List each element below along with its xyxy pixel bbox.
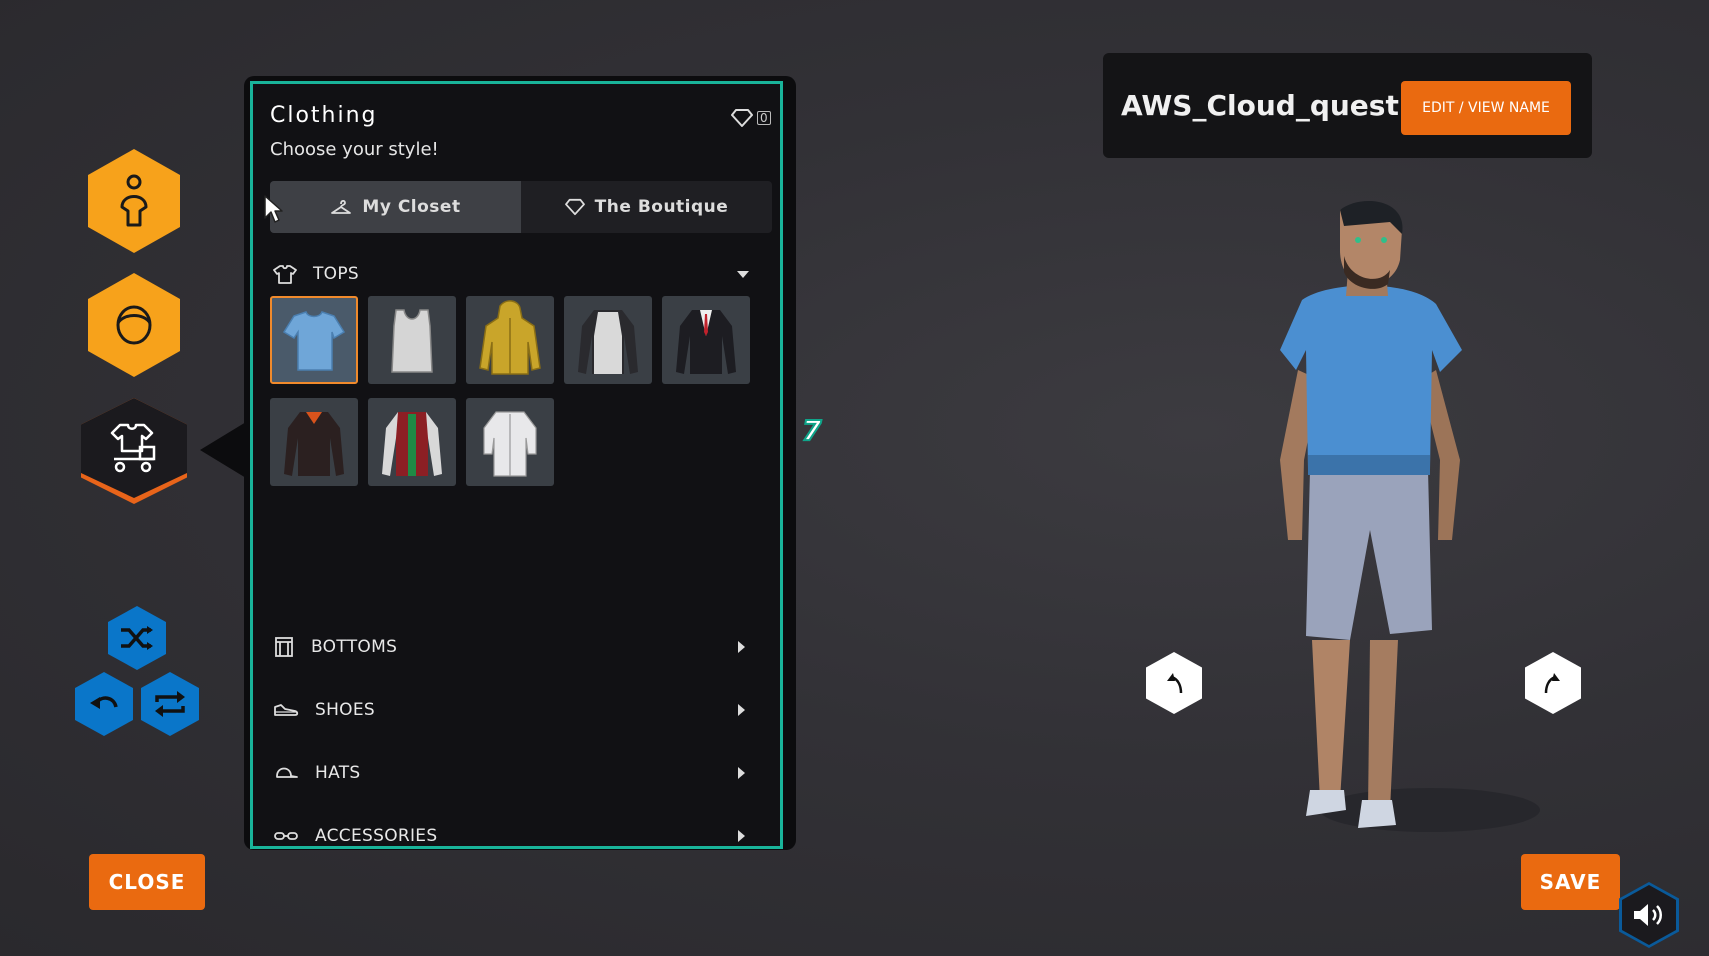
chevron-right-icon: [738, 830, 745, 842]
mouse-cursor: [264, 195, 283, 223]
hanger-icon: [331, 199, 352, 214]
item-black-orange-jacket[interactable]: [270, 398, 358, 486]
chevron-right-icon: [738, 641, 745, 653]
diamond-icon: [731, 109, 753, 127]
save-button[interactable]: SAVE: [1521, 854, 1620, 910]
panel-title: Clothing: [270, 103, 378, 128]
tab-bar: My Closet The Boutique: [270, 181, 772, 233]
panel-pointer: [200, 422, 246, 478]
shoe-icon: [274, 704, 299, 716]
rotate-left-button[interactable]: [1146, 652, 1202, 714]
category-bottoms[interactable]: BOTTOMS: [273, 627, 763, 667]
repeat-icon: [155, 691, 185, 717]
category-hats[interactable]: HATS: [273, 753, 763, 793]
tab-label: The Boutique: [594, 197, 729, 217]
clothing-category-button[interactable]: [81, 398, 187, 504]
item-white-shirt[interactable]: [466, 398, 554, 486]
head-category-button[interactable]: [88, 273, 180, 377]
rotate-left-icon: [1167, 673, 1183, 694]
item-red-green-jacket[interactable]: [368, 398, 456, 486]
clothing-panel: Clothing Choose your style! 0 My Closet …: [250, 81, 783, 849]
edit-name-button[interactable]: EDIT / VIEW NAME: [1401, 81, 1571, 135]
step-badge: 7: [801, 413, 823, 448]
rotate-right-icon: [1544, 673, 1560, 694]
name-box: AWS_Cloud_quest EDIT / VIEW NAME: [1103, 53, 1592, 158]
tab-my-closet[interactable]: My Closet: [270, 181, 521, 233]
diamond-icon: [564, 198, 585, 216]
clothing-rack-icon: [110, 423, 156, 473]
item-raglan-longsleeve[interactable]: [564, 296, 652, 384]
undo-button[interactable]: [75, 672, 133, 736]
person-icon: [120, 174, 148, 227]
glasses-icon: [274, 832, 298, 840]
category-label: ACCESSORIES: [315, 826, 438, 846]
item-yellow-hoodie[interactable]: [466, 296, 554, 384]
item-white-tank[interactable]: [368, 296, 456, 384]
head-icon: [116, 305, 152, 345]
tab-label: My Closet: [362, 197, 461, 217]
panel-subtitle: Choose your style!: [270, 139, 439, 160]
category-tops[interactable]: TOPS: [273, 254, 763, 294]
category-label: SHOES: [315, 700, 375, 720]
category-label: TOPS: [313, 264, 360, 284]
item-black-suit-jacket[interactable]: [662, 296, 750, 384]
speaker-icon: [1634, 904, 1662, 926]
shuffle-icon: [121, 626, 153, 650]
gem-count: 0: [757, 111, 771, 125]
item-blue-tshirt[interactable]: [270, 296, 358, 384]
pants-icon: [275, 637, 293, 657]
body-category-button[interactable]: [88, 149, 180, 253]
chevron-right-icon: [738, 767, 745, 779]
randomize-button[interactable]: [108, 606, 166, 670]
close-button[interactable]: CLOSE: [89, 854, 205, 910]
tshirt-icon: [282, 311, 346, 371]
tab-the-boutique[interactable]: The Boutique: [521, 181, 772, 233]
character-avatar: [1280, 201, 1540, 832]
category-label: BOTTOMS: [311, 637, 398, 657]
reset-button[interactable]: [141, 672, 199, 736]
gem-counter: 0: [731, 108, 771, 128]
tshirt-icon: [273, 265, 297, 284]
category-label: HATS: [315, 763, 361, 783]
chevron-down-icon: [737, 270, 749, 278]
category-accessories[interactable]: ACCESSORIES: [273, 816, 763, 856]
sound-toggle-button[interactable]: [1619, 882, 1679, 948]
undo-icon: [90, 696, 118, 709]
category-shoes[interactable]: SHOES: [273, 690, 763, 730]
character-name: AWS_Cloud_quest: [1121, 89, 1399, 122]
tank-top-icon: [391, 309, 433, 373]
cap-icon: [276, 767, 298, 778]
chevron-right-icon: [738, 704, 745, 716]
